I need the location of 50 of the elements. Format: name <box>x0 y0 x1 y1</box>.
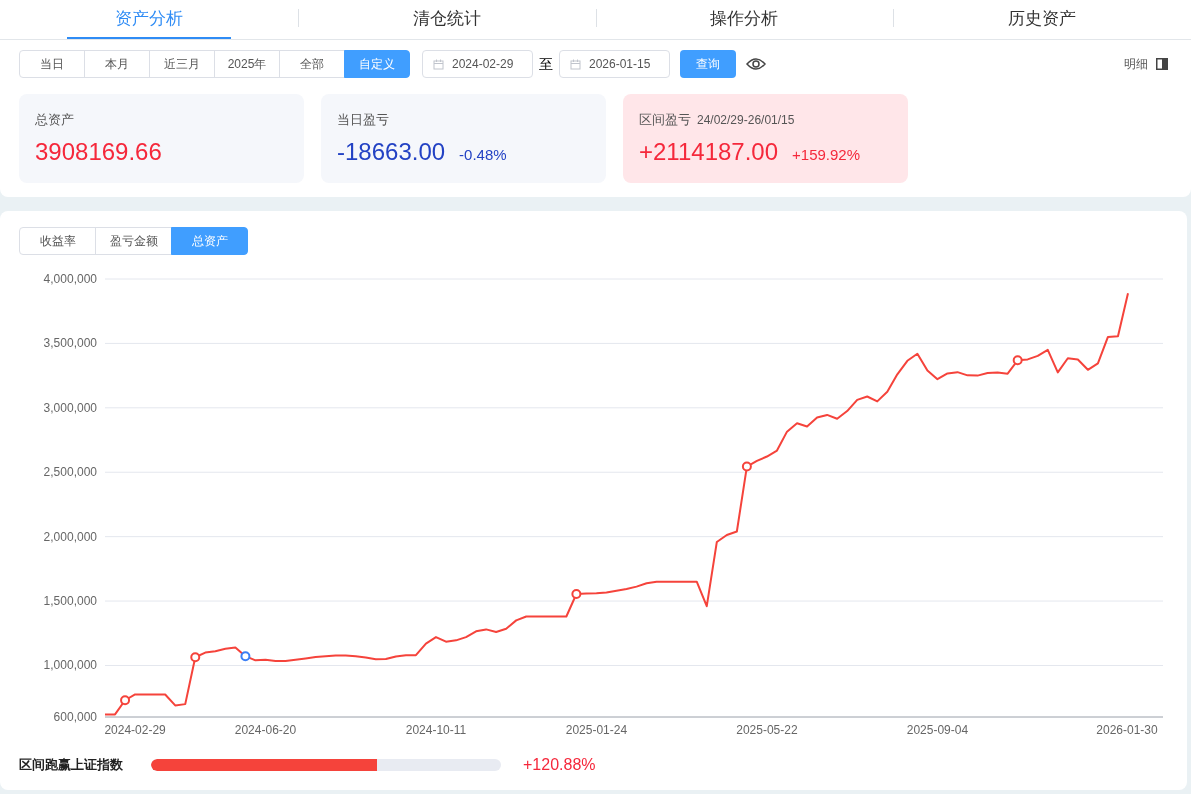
chart-tab[interactable]: 盈亏金额 <box>95 227 172 255</box>
calendar-icon <box>570 58 581 70</box>
eye-icon[interactable] <box>746 57 766 71</box>
period-button[interactable]: 全部 <box>279 50 345 78</box>
x-axis-label: 2025-01-24 <box>565 723 628 737</box>
end-date-field[interactable]: 2026-01-15 <box>559 50 670 78</box>
trade-marker[interactable] <box>1012 355 1023 366</box>
range-separator: 至 <box>539 54 553 74</box>
trade-marker[interactable] <box>741 461 752 472</box>
card-change: +159.92% <box>792 144 860 165</box>
y-axis-label: 4,000,000 <box>43 272 97 286</box>
x-axis-label: 2024-02-29 <box>104 723 166 737</box>
x-axis-label: 2025-05-22 <box>736 723 798 737</box>
x-axis-label: 2024-06-20 <box>234 723 297 737</box>
card-value: -18663.00 <box>337 136 446 167</box>
card-value: +2114187.00 <box>639 136 779 167</box>
trade-marker[interactable] <box>120 695 131 706</box>
calendar-icon <box>433 58 444 70</box>
y-axis-label: 3,000,000 <box>43 400 97 415</box>
card-change: -0.48% <box>459 144 507 165</box>
chart-tab[interactable]: 收益率 <box>19 227 96 255</box>
card-date-range: 24/02/29-26/01/15 <box>697 112 795 129</box>
y-axis-label: 1,500,000 <box>43 594 97 609</box>
trade-marker[interactable] <box>190 652 201 663</box>
trade-marker[interactable] <box>240 651 251 662</box>
card-value: 3908169.66 <box>35 136 162 167</box>
detail-label[interactable]: 明细 <box>1124 55 1148 73</box>
panel-toggle-icon[interactable] <box>1156 58 1168 70</box>
trade-marker[interactable] <box>571 588 582 599</box>
nav-tab[interactable]: 历史资产 <box>960 0 1125 39</box>
nav-tab[interactable]: 清仓统计 <box>364 0 529 39</box>
nav-tab[interactable]: 操作分析 <box>662 0 827 39</box>
period-button[interactable]: 当日 <box>19 50 85 78</box>
x-axis-label: 2026-01-30 <box>1096 723 1158 737</box>
card-title: 当日盈亏 <box>337 111 389 129</box>
y-axis-label: 2,500,000 <box>43 465 97 480</box>
y-axis-label: 2,000,000 <box>43 529 97 544</box>
benchmark-label: 区间跑赢上证指数 <box>19 756 124 775</box>
y-axis-label: 1,000,000 <box>43 658 97 673</box>
card-title: 区间盈亏 <box>639 111 691 129</box>
period-button[interactable]: 近三月 <box>149 50 215 78</box>
benchmark-value: +120.88% <box>523 755 596 775</box>
x-axis-label: 2025-09-04 <box>906 723 969 737</box>
start-date-field[interactable]: 2024-02-29 <box>422 50 533 78</box>
period-button[interactable]: 2025年 <box>214 50 280 78</box>
period-button[interactable]: 本月 <box>84 50 150 78</box>
x-axis-label: 2024-10-11 <box>405 723 467 737</box>
card-title: 总资产 <box>35 111 74 129</box>
y-axis-label: 600,000 <box>53 710 97 724</box>
y-axis-label: 3,500,000 <box>43 336 97 351</box>
